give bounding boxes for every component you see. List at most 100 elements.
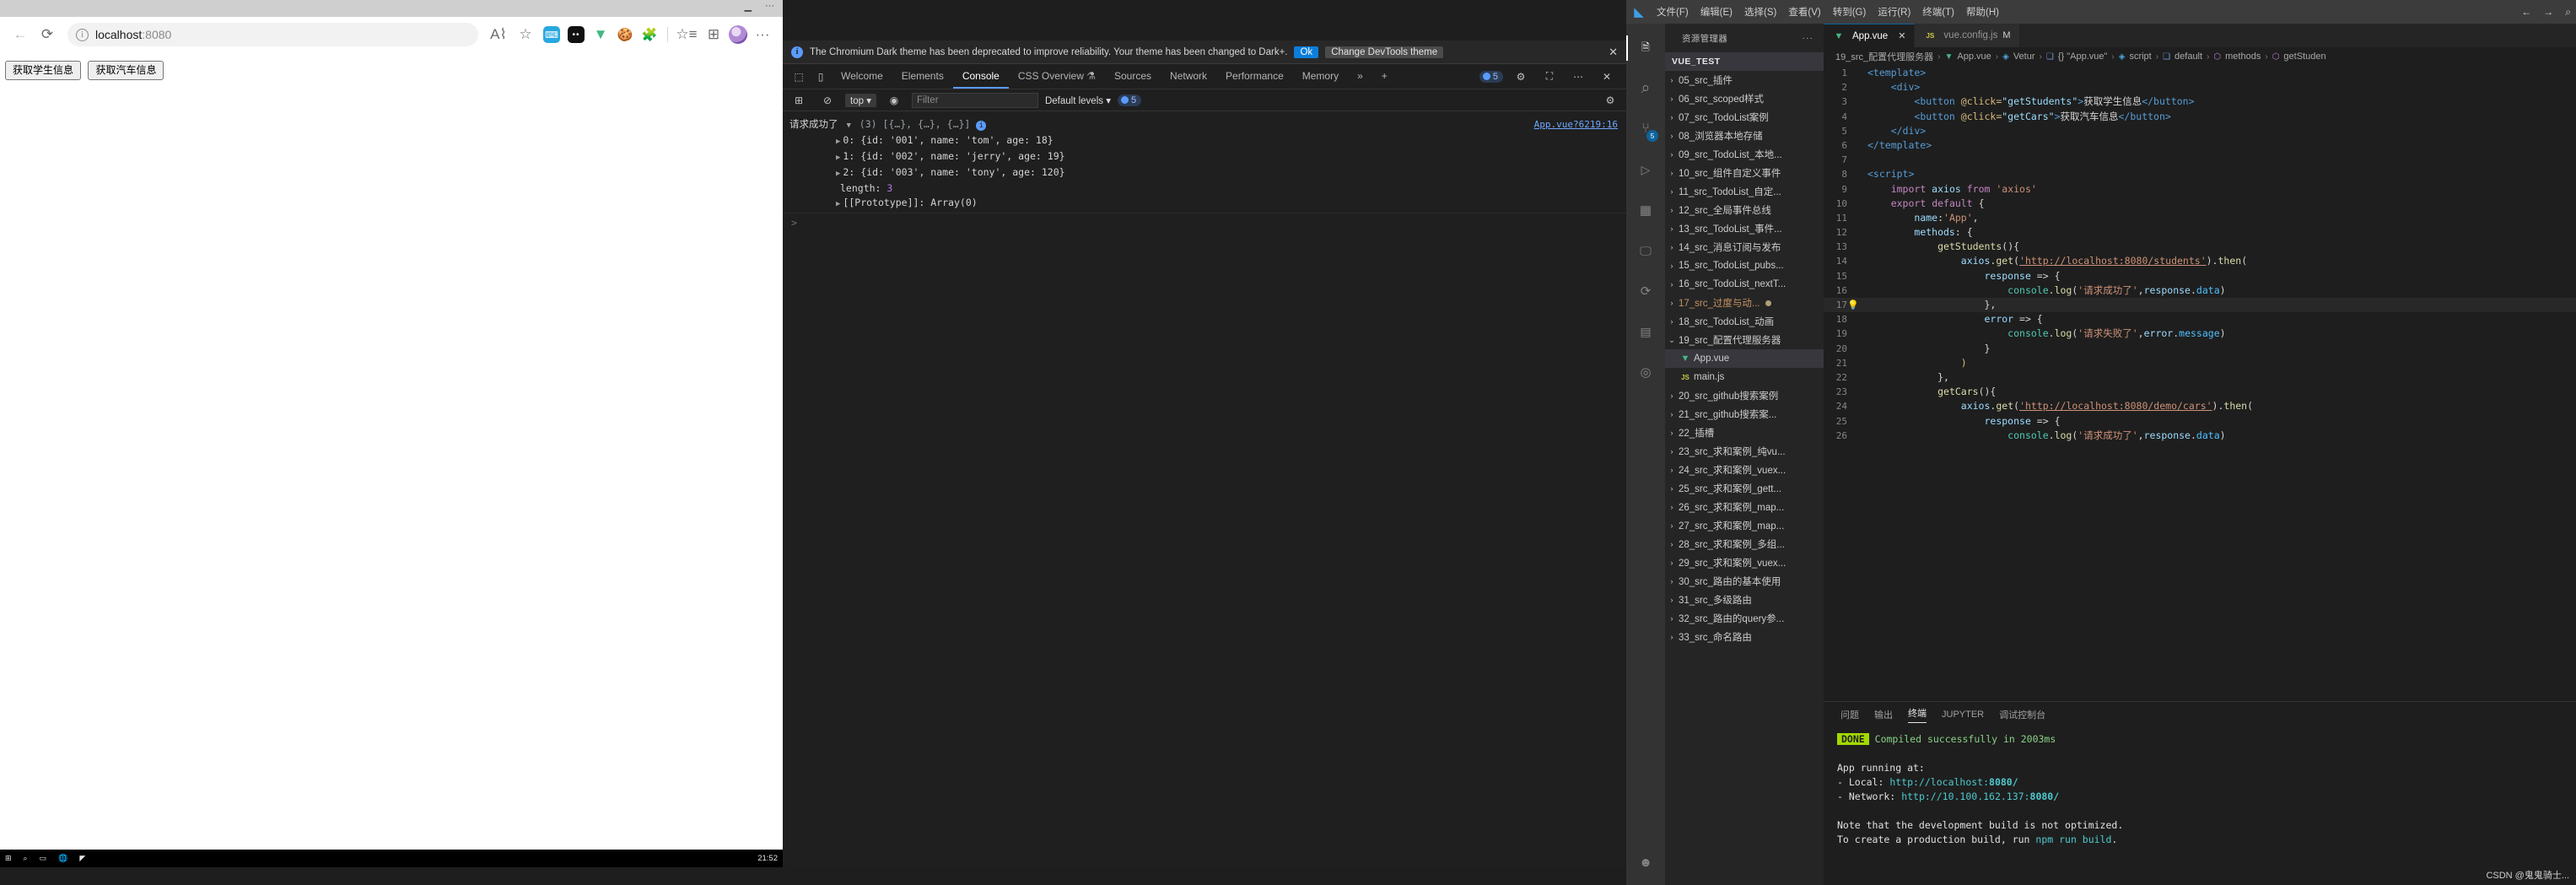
tab-sources[interactable]: Sources [1105,64,1161,89]
console-source-link[interactable]: App.vue?6219:16 [1534,117,1618,132]
code-line[interactable]: 21 ) [1824,356,2576,370]
console-prompt[interactable]: > [783,213,1626,233]
code-line[interactable]: 22 }, [1824,370,2576,385]
device-toolbar-icon[interactable]: ▯ [810,67,832,86]
chevron-right-icon[interactable]: › [1665,150,1679,159]
favorites-list-icon[interactable]: ☆≡ [675,23,698,46]
taskbar-edge-icon[interactable]: 🌐 [58,854,67,863]
tree-folder[interactable]: ⌄ 19_src_配置代理服务器 [1665,331,1824,349]
menu-edit[interactable]: 编辑(E) [1700,5,1733,19]
chevron-right-icon[interactable]: › [1665,243,1679,251]
tree-folder[interactable]: › 18_src_TodoList_动画 [1665,312,1824,331]
tree-folder[interactable]: › 21_src_github搜索案... [1665,405,1824,424]
cookie-extension-icon[interactable]: 🍪 [614,24,636,46]
code-line[interactable]: 9 import axios from 'axios' [1824,182,2576,197]
puzzle-extension-icon[interactable]: 🧩 [639,24,660,46]
chevron-right-icon[interactable]: › [1665,391,1679,400]
console-message-row[interactable]: 请求成功了 ▼ (3) [{…}, {…}, {…}] i ▶ 0: {id: '… [783,116,1626,213]
panel-tab-debug-console[interactable]: 调试控制台 [1999,708,2045,721]
activitybar-docker[interactable]: ▤ [1626,312,1665,351]
breadcrumb-item[interactable]: Vetur [2013,51,2035,62]
back-arrow-icon[interactable]: ← [8,23,32,46]
console-array-item[interactable]: ▶ 2: {id: '003', name: 'tony', age: 120} [790,165,1534,181]
activitybar-search[interactable]: ⌕ [1626,69,1665,108]
chevron-right-icon[interactable]: › [1665,503,1679,511]
code-line[interactable]: 23 getCars(){ [1824,385,2576,399]
chevron-right-icon[interactable]: › [1665,280,1679,289]
chevron-right-icon[interactable]: › [1665,299,1679,307]
tree-file[interactable]: ▼ App.vue [1665,349,1824,368]
menu-view[interactable]: 查看(V) [1788,5,1820,19]
tree-folder[interactable]: › 22_插槽 [1665,424,1824,442]
chevron-right-icon[interactable]: › [1665,132,1679,140]
tree-folder[interactable]: › 23_src_求和案例_纯vu... [1665,442,1824,461]
tree-folder[interactable]: › 33_src_命名路由 [1665,628,1824,646]
tab-network[interactable]: Network [1161,64,1216,89]
banner-ok-button[interactable]: Ok [1294,46,1319,58]
expand-triangle-icon[interactable]: ▶ [836,154,840,162]
chevron-right-icon[interactable]: › [1665,94,1679,103]
menu-selection[interactable]: 选择(S) [1744,5,1776,19]
chevron-down-icon[interactable]: ⌄ [1665,336,1679,345]
minimize-icon[interactable]: ▁ [745,1,752,12]
chevron-right-icon[interactable]: › [1665,521,1679,530]
chevron-right-icon[interactable]: › [1665,76,1679,84]
chevron-right-icon[interactable]: › [1665,540,1679,548]
close-icon[interactable]: ✕ [1596,67,1618,86]
tree-folder[interactable]: › 11_src_TodoList_自定... [1665,182,1824,201]
change-devtools-theme-button[interactable]: Change DevTools theme [1325,46,1444,58]
editor-tab-vue-config-js[interactable]: JS vue.config.js M [1915,24,2020,47]
info-icon[interactable]: i [976,121,987,131]
breadcrumb-item[interactable]: default [2175,51,2202,62]
chevron-right-icon[interactable]: › [1665,169,1679,177]
breadcrumb-item[interactable]: App.vue [1957,51,1991,62]
explorer-more-icon[interactable]: ··· [1803,33,1814,43]
breadcrumb-item[interactable]: methods [2225,51,2261,62]
tree-folder[interactable]: › 10_src_组件自定义事件 [1665,164,1824,182]
chevron-right-icon[interactable]: › [1665,429,1679,437]
dark-reader-extension-icon[interactable]: •• [565,24,587,46]
taskbar-vscode-icon[interactable]: ◤ [79,854,85,863]
code-line[interactable]: 6 </template> [1824,138,2576,153]
code-line[interactable]: 26 console.log('请求成功了',response.data) [1824,429,2576,443]
workspace-root[interactable]: VUE_TEST [1665,52,1824,71]
tab-performance[interactable]: Performance [1216,64,1293,89]
panel-tab-output[interactable]: 输出 [1874,708,1893,721]
activitybar-help[interactable]: ◎ [1626,353,1665,391]
tree-file[interactable]: JS main.js [1665,368,1824,386]
tree-folder[interactable]: › 29_src_求和案例_vuex... [1665,553,1824,572]
code-line[interactable]: 13 getStudents(){ [1824,240,2576,254]
breadcrumb-item[interactable]: getStuden [2283,51,2325,62]
more-options-icon[interactable]: ⋯ [1567,67,1589,86]
panel-tab-terminal[interactable]: 终端 [1908,706,1927,723]
dock-side-icon[interactable]: ⛶ [1539,67,1560,86]
chevron-right-icon[interactable]: › [1665,614,1679,623]
tree-folder[interactable]: › 15_src_TodoList_pubs... [1665,256,1824,275]
console-array-item[interactable]: ▶ 0: {id: '001', name: 'tom', age: 18} [790,133,1534,149]
live-expression-icon[interactable]: ◉ [883,91,905,110]
close-icon[interactable]: ✕ [1898,30,1905,41]
code-line[interactable]: 15 response => { [1824,269,2576,283]
activitybar-extensions[interactable]: ▦ [1626,191,1665,229]
close-icon[interactable]: ✕ [1609,46,1618,59]
chevron-right-icon[interactable]: › [1665,633,1679,641]
editor-tab-app-vue[interactable]: ▼ App.vue ✕ [1824,24,1916,47]
activitybar-explorer[interactable]: 🗎 [1626,29,1665,67]
add-favorite-icon[interactable]: ☆ [514,23,537,46]
breadcrumb-item[interactable]: 19_src_配置代理服务器 [1835,50,1933,63]
console-settings-icon[interactable]: ⚙ [1599,91,1621,110]
nav-forward-icon[interactable]: → [2543,6,2553,18]
expand-triangle-icon[interactable]: ▶ [836,170,840,178]
issues-badge[interactable]: 5 [1479,70,1503,83]
tree-folder[interactable]: › 17_src_过度与动... [1665,294,1824,312]
tree-folder[interactable]: › 28_src_求和案例_多组... [1665,535,1824,553]
expand-triangle-icon[interactable]: ▶ [836,200,840,208]
tree-folder[interactable]: › 25_src_求和案例_gett... [1665,479,1824,498]
tree-folder[interactable]: › 26_src_求和案例_map... [1665,498,1824,516]
code-line[interactable]: 18 error => { [1824,312,2576,326]
more-settings-icon[interactable]: ··· [751,23,774,46]
code-line[interactable]: 20 } [1824,342,2576,356]
search-icon[interactable]: ⌕ [2565,6,2571,19]
add-tab-icon[interactable]: + [1372,64,1397,89]
chevron-right-icon[interactable]: › [1665,447,1679,456]
